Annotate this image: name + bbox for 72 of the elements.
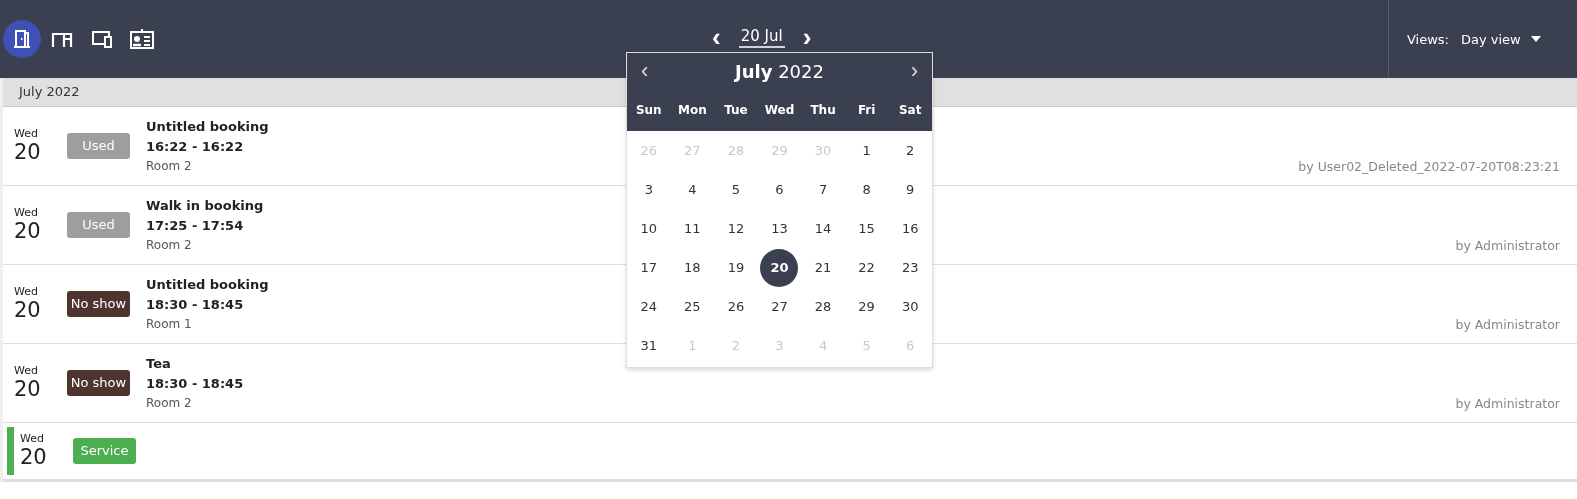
booking-title: Tea [146, 356, 172, 371]
calendar-day[interactable]: 24 [629, 287, 668, 326]
day-number: 20 [14, 297, 42, 324]
views-label: Views: [1407, 31, 1449, 47]
next-day-button[interactable]: › [798, 24, 816, 50]
calendar-day[interactable]: 10 [629, 209, 668, 248]
weekday: Wed [14, 205, 39, 219]
room-name: Room 2 [146, 238, 193, 252]
id-card-icon [129, 28, 155, 50]
booking-row[interactable]: Wed 20 Service [3, 423, 1577, 482]
calendar-day[interactable]: 5 [716, 170, 755, 209]
day-number: 20 [20, 444, 48, 471]
day-number: 20 [14, 218, 42, 245]
status-tag: Used [67, 133, 130, 159]
room-name: Room 1 [146, 317, 193, 331]
status-tag: No show [67, 370, 130, 396]
calendar-day[interactable]: 25 [673, 287, 712, 326]
status-tag: Service [73, 438, 136, 464]
calendar-day[interactable]: 7 [804, 170, 843, 209]
calendar-day[interactable]: 2 [891, 131, 930, 170]
booked-by: by Administrator [1455, 396, 1560, 411]
calendar-day[interactable]: 8 [847, 170, 886, 209]
door-button[interactable] [3, 20, 41, 58]
calendar-day[interactable]: 13 [760, 209, 799, 248]
calendar-day[interactable]: 28 [804, 287, 843, 326]
calendar-day[interactable]: 6 [760, 170, 799, 209]
room-name: Room 2 [146, 396, 193, 410]
weekday: Wed [20, 431, 45, 445]
calendar-day[interactable]: 3 [629, 170, 668, 209]
booking-title: Walk in booking [146, 198, 264, 213]
calendar-day[interactable]: 30 [891, 287, 930, 326]
calendar-day[interactable]: 1 [847, 131, 886, 170]
room-name: Room 2 [146, 159, 193, 173]
calendar-day[interactable]: 27 [760, 287, 799, 326]
calendar-day[interactable]: 16 [891, 209, 930, 248]
calendar-day[interactable]: 22 [847, 248, 886, 287]
booking-title: Untitled booking [146, 277, 269, 292]
calendar-day[interactable]: 19 [716, 248, 755, 287]
weekday: Wed [14, 126, 39, 140]
day-number: 20 [14, 139, 42, 166]
booked-by: by Administrator [1455, 317, 1560, 332]
calendar-day[interactable]: 23 [891, 248, 930, 287]
date-picker-link[interactable]: 20 Jul [738, 26, 785, 48]
calendar-day[interactable]: 14 [804, 209, 843, 248]
booked-by: by Administrator [1455, 238, 1560, 253]
booking-time: 17:25 - 17:54 [146, 218, 245, 233]
door-icon [12, 29, 32, 49]
calendar-day[interactable]: 4 [673, 170, 712, 209]
booked-by: by User02_Deleted_2022-07-20T08:23:21 [1298, 159, 1560, 174]
day-number: 20 [14, 376, 42, 403]
status-tag: Used [67, 212, 130, 238]
previous-day-button[interactable]: ‹ [708, 24, 725, 50]
booking-time: 16:22 - 16:22 [146, 139, 245, 154]
calendar-day[interactable]: 20 [760, 248, 799, 287]
calendar-day[interactable]: 12 [716, 209, 755, 248]
calendar-day[interactable]: 21 [804, 248, 843, 287]
weekday: Wed [14, 284, 39, 298]
booking-time: 18:30 - 18:45 [146, 376, 244, 391]
calendar-day[interactable]: 11 [673, 209, 712, 248]
booking-title: Untitled booking [146, 119, 269, 134]
calendar-day[interactable]: 18 [673, 248, 712, 287]
devices-icon [90, 29, 114, 49]
calendar-day[interactable]: 17 [629, 248, 668, 287]
weekday: Wed [14, 363, 39, 377]
caret-icon [1530, 36, 1541, 42]
calendar-day[interactable]: 26 [716, 287, 755, 326]
calendar-day[interactable]: 15 [847, 209, 886, 248]
status-tag: No show [67, 291, 130, 317]
view-dropdown[interactable]: Day view [1461, 31, 1541, 47]
booking-time: 18:30 - 18:45 [146, 297, 245, 312]
calendar-day[interactable]: 29 [847, 287, 886, 326]
calendar-day[interactable]: 9 [891, 170, 930, 209]
